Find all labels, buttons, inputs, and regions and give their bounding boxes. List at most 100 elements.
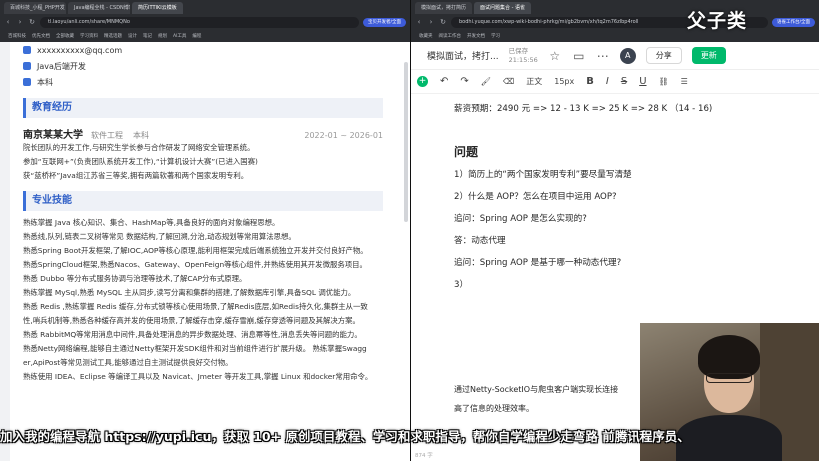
resume-pane[interactable]: xxxxxxxxxx@qq.com Java后端开发 本科 教育经历 南京某某大… xyxy=(0,42,410,461)
major: 软件工程 xyxy=(91,131,123,140)
tail-line: 通过Netty-SocketIO与爬虫客户端实现长连接 xyxy=(454,385,619,394)
contact-position: Java后端开发 xyxy=(23,58,383,74)
back-icon[interactable]: ‹ xyxy=(4,18,12,26)
strikethrough-button[interactable]: S xyxy=(621,76,627,87)
bookmark[interactable]: 精选话题 xyxy=(104,33,122,39)
question-line: 答：动态代理 xyxy=(454,236,506,246)
question-line: 追问：Spring AOP 是基于哪一种动态代理? xyxy=(454,258,622,268)
reload-icon[interactable]: ↻ xyxy=(28,18,36,26)
contact-degree-text: 本科 xyxy=(37,77,53,87)
comment-icon[interactable]: ▭ xyxy=(572,49,586,63)
video-subtitle: 加入我的编程导航 https://yupi.icu，获取 10+ 原创项目教程、… xyxy=(0,429,690,444)
save-status: 已保存 21:15:56 xyxy=(509,47,538,65)
save-time: 21:15:56 xyxy=(508,55,538,64)
link-icon[interactable]: ⛓ xyxy=(659,77,669,86)
insert-plus-icon[interactable]: + xyxy=(417,76,428,87)
contact-position-text: Java后端开发 xyxy=(37,61,86,71)
bookmark[interactable]: 全部收藏 xyxy=(56,33,74,39)
bold-button[interactable]: B xyxy=(586,76,594,87)
contact-degree: 本科 xyxy=(23,74,383,90)
skill-line: 熟悉 Dubbo 等分布式服务协调与治理等技术,了解CAP分布式原理。 xyxy=(23,274,247,283)
format-brush-icon[interactable]: 🖌 xyxy=(481,77,491,86)
skill-line: 熟悉 RabbitMQ等常用消息中间件,具备处理消息的异步数据处理、消息幂等性,… xyxy=(23,330,362,339)
forward-icon[interactable]: › xyxy=(16,18,24,26)
tail-line: 高了信息的处理效率。 xyxy=(454,404,534,413)
left-address-bar[interactable]: tl.laoyu/anli.com/share/MNMQNo xyxy=(40,16,359,28)
left-profile-chip[interactable]: 宝贝开发者/全面 xyxy=(362,17,406,27)
font-size-select[interactable]: 15px xyxy=(554,77,574,86)
left-tab[interactable]: 百城科技_小程_PHP开发 xyxy=(4,2,66,14)
contact-email: xxxxxxxxxx@qq.com xyxy=(23,42,383,58)
bookmark[interactable]: 阅读工作台 xyxy=(439,33,462,39)
education-line: 参加“互联网+”(负责团队系统开发工作),“计算机设计大赛”(已进入国赛) xyxy=(23,157,258,166)
right-address-row: ‹ › ↻ bodhi.yuque.com/xwp-wiki-bodhi-phr… xyxy=(411,14,819,30)
skill-line: 熟悉SpringCloud框架,熟悉Nacos、Gateway、OpenFeig… xyxy=(23,260,367,269)
bookmark[interactable]: 百城科技 xyxy=(8,33,26,39)
skill-line: 熟练掌握 MySql,熟悉 MySQL 主从同步,读写分离和集群的搭建,了解数据… xyxy=(23,288,356,297)
skills-section-title: 专业技能 xyxy=(23,191,383,211)
left-address-row: ‹ › ↻ tl.laoyu/anli.com/share/MNMQNo 宝贝开… xyxy=(0,14,410,30)
presenter-glasses xyxy=(706,373,752,383)
left-tab-active[interactable]: 简历ITTIKI云模板 xyxy=(132,2,183,14)
skill-line: er,ApiPost等常见测试工具,能够通过自主测试提供良好交付物。 xyxy=(23,358,233,367)
back-icon[interactable]: ‹ xyxy=(415,18,423,26)
bookmark[interactable]: 设计 xyxy=(128,33,137,39)
bookmark[interactable]: 学习资料 xyxy=(80,33,98,39)
doc-header: 模拟面试，拷打... 已保存 21:15:56 ☆ ▭ ⋯ A 分享 更新 xyxy=(411,42,819,70)
question-line: 追问：Spring AOP 是怎么实现的? xyxy=(454,214,587,224)
bookmark[interactable]: 优先文档 xyxy=(32,33,50,39)
editor-toolbar: + ↶ ↷ 🖌 ⌫ 正文 15px B I S U ⛓ ☰ xyxy=(411,70,819,94)
right-profile-chip[interactable]: 语雀工作台/全面 xyxy=(771,17,815,27)
screen-recording: 百城科技_小程_PHP开发 Java编程全栈 - CSDN博客 简历ITTIKI… xyxy=(0,0,819,461)
share-button[interactable]: 分享 xyxy=(645,47,682,64)
education-line: 院长团队的开发工作,与研究生学长参与合作研发了网络安全管理系统。 xyxy=(23,143,255,152)
bookmark[interactable]: 开发文档 xyxy=(467,33,485,39)
contact-email-text: xxxxxxxxxx@qq.com xyxy=(37,45,123,55)
underline-button[interactable]: U xyxy=(639,76,646,87)
bookmark[interactable]: AI工具 xyxy=(173,33,186,39)
briefcase-icon xyxy=(23,62,31,70)
right-tabstrip: 模拟面试，拷打简历 面试问题集合 - 语雀 xyxy=(411,0,819,14)
star-icon[interactable]: ☆ xyxy=(548,49,562,63)
skill-line: 性,哨兵机制等,熟悉各种缓存高并发的使用场景,了解缓存击穿,缓存雪崩,缓存穿透等… xyxy=(23,316,360,325)
forward-icon[interactable]: › xyxy=(427,18,435,26)
right-bookmarks-bar: 收藏夹 阅读工作台 开发文档 学习 xyxy=(411,30,819,42)
bookmark[interactable]: 学习 xyxy=(491,33,500,39)
redo-icon[interactable]: ↷ xyxy=(460,76,468,87)
avatar[interactable]: A xyxy=(619,47,636,64)
italic-button[interactable]: I xyxy=(606,76,609,87)
clear-format-icon[interactable]: ⌫ xyxy=(503,77,514,86)
update-button[interactable]: 更新 xyxy=(691,47,726,64)
bookmark[interactable]: 笔记 xyxy=(143,33,152,39)
undo-icon[interactable]: ↶ xyxy=(440,76,448,87)
right-tab-active[interactable]: 面试问题集合 - 语雀 xyxy=(474,2,531,14)
resume-document: xxxxxxxxxx@qq.com Java后端开发 本科 教育经历 南京某某大… xyxy=(23,42,383,384)
salary-line: 薪资预期：2490 元 => 12 - 13 K => 25 K => 28 K… xyxy=(454,104,713,114)
education-line: 获“蓝桥杯”Java组江苏省三等奖,拥有两篇软著和两个国家发明专利。 xyxy=(23,171,249,180)
left-tab[interactable]: Java编程全栈 - CSDN博客 xyxy=(68,2,130,14)
skill-line: 熟悉 Redis ,熟练掌握 Redis 缓存,分布式锁等核心使用场景,了解Re… xyxy=(23,302,368,311)
doc-title[interactable]: 模拟面试，拷打... xyxy=(427,49,499,62)
doc-tail-text: 通过Netty-SocketIO与爬虫客户端实现长连接 高了信息的处理效率。 xyxy=(454,380,654,418)
doc-heading: 问题 xyxy=(454,145,479,159)
school-name: 南京某某大学 xyxy=(23,130,83,141)
right-tab[interactable]: 模拟面试，拷打简历 xyxy=(415,2,473,14)
list-icon[interactable]: ☰ xyxy=(681,77,688,86)
education-section-title: 教育经历 xyxy=(23,98,383,118)
question-line: 1）简历上的“两个国家发明专利”要尽量写清楚 xyxy=(454,170,632,180)
mail-icon xyxy=(23,46,31,54)
paragraph-style-select[interactable]: 正文 xyxy=(526,76,542,87)
bookmark[interactable]: 编程 xyxy=(192,33,201,39)
bookmark[interactable]: 收藏夹 xyxy=(419,33,433,39)
more-icon[interactable]: ⋯ xyxy=(596,49,610,63)
skill-line: 熟练使用 IDEA、Eclipse 等编译工具以及 Navicat、Jmeter… xyxy=(23,372,373,381)
doc-body[interactable]: 薪资预期：2490 元 => 12 - 13 K => 25 K => 28 K… xyxy=(454,98,814,296)
education-dates: 2022-01 ~ 2026-01 xyxy=(304,131,383,140)
bookmark[interactable]: 规划 xyxy=(158,33,167,39)
resume-scrollbar[interactable] xyxy=(404,62,408,222)
question-line: 3） xyxy=(454,280,469,290)
brand-watermark: 父子类 xyxy=(687,10,748,32)
save-status-text: 已保存 xyxy=(508,46,529,55)
reload-icon[interactable]: ↻ xyxy=(439,18,447,26)
left-tabstrip: 百城科技_小程_PHP开发 Java编程全栈 - CSDN博客 简历ITTIKI… xyxy=(0,0,410,14)
